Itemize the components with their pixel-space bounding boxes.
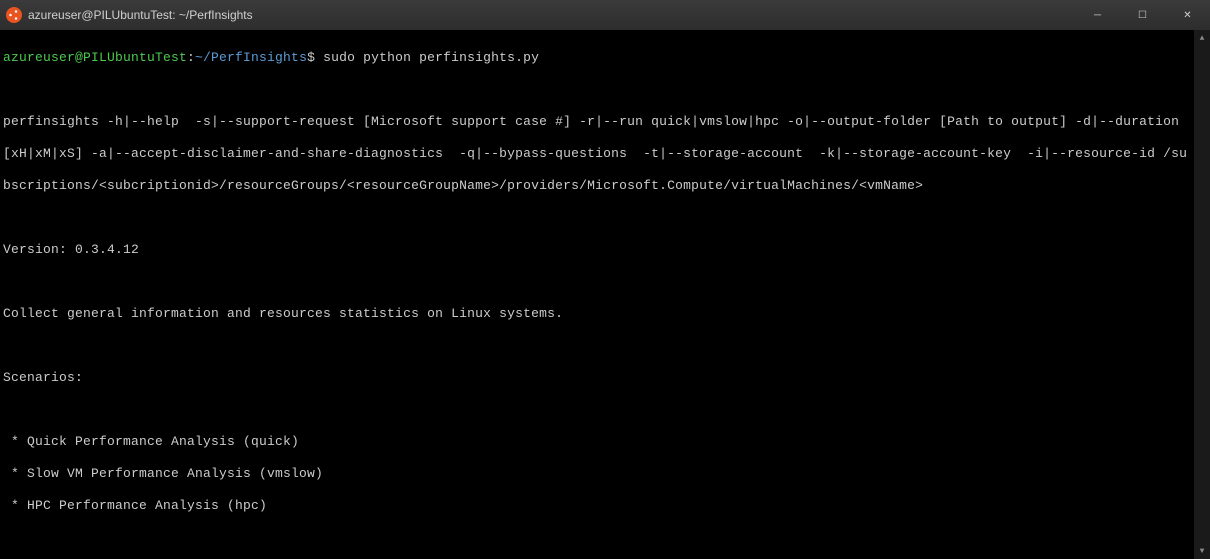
maximize-button[interactable]: ☐: [1120, 0, 1165, 30]
prompt-line: azureuser@PILUbuntuTest:~/PerfInsights$ …: [3, 50, 1207, 66]
scenario-item: * Quick Performance Analysis (quick): [3, 434, 1207, 450]
scroll-down-icon[interactable]: ▼: [1194, 543, 1210, 559]
prompt-user-host: azureuser@PILUbuntuTest: [3, 50, 187, 65]
blank-line: [3, 210, 1207, 226]
terminal-area[interactable]: azureuser@PILUbuntuTest:~/PerfInsights$ …: [0, 30, 1210, 559]
blank-line: [3, 530, 1207, 546]
blank-line: [3, 82, 1207, 98]
blank-line: [3, 274, 1207, 290]
version-line: Version: 0.3.4.12: [3, 242, 1207, 258]
scrollbar[interactable]: ▲ ▼: [1194, 30, 1210, 559]
blank-line: [3, 338, 1207, 354]
window-title: azureuser@PILUbuntuTest: ~/PerfInsights: [28, 8, 253, 22]
ubuntu-icon: [6, 7, 22, 23]
prompt-dollar: $: [307, 50, 315, 65]
scenario-item: * HPC Performance Analysis (hpc): [3, 498, 1207, 514]
usage-line: [xH|xM|xS] -a|--accept-disclaimer-and-sh…: [3, 146, 1207, 162]
window-titlebar: azureuser@PILUbuntuTest: ~/PerfInsights …: [0, 0, 1210, 30]
prompt-path: ~/PerfInsights: [195, 50, 307, 65]
command-text: sudo python perfinsights.py: [315, 50, 539, 65]
scroll-up-icon[interactable]: ▲: [1194, 30, 1210, 46]
usage-line: perfinsights -h|--help -s|--support-requ…: [3, 114, 1207, 130]
description-line: Collect general information and resource…: [3, 306, 1207, 322]
usage-line: bscriptions/<subcriptionid>/resourceGrou…: [3, 178, 1207, 194]
scenario-item: * Slow VM Performance Analysis (vmslow): [3, 466, 1207, 482]
scenarios-heading: Scenarios:: [3, 370, 1207, 386]
blank-line: [3, 402, 1207, 418]
window-controls: ─ ☐ ✕: [1075, 0, 1210, 30]
minimize-button[interactable]: ─: [1075, 0, 1120, 30]
prompt-colon: :: [187, 50, 195, 65]
close-button[interactable]: ✕: [1165, 0, 1210, 30]
